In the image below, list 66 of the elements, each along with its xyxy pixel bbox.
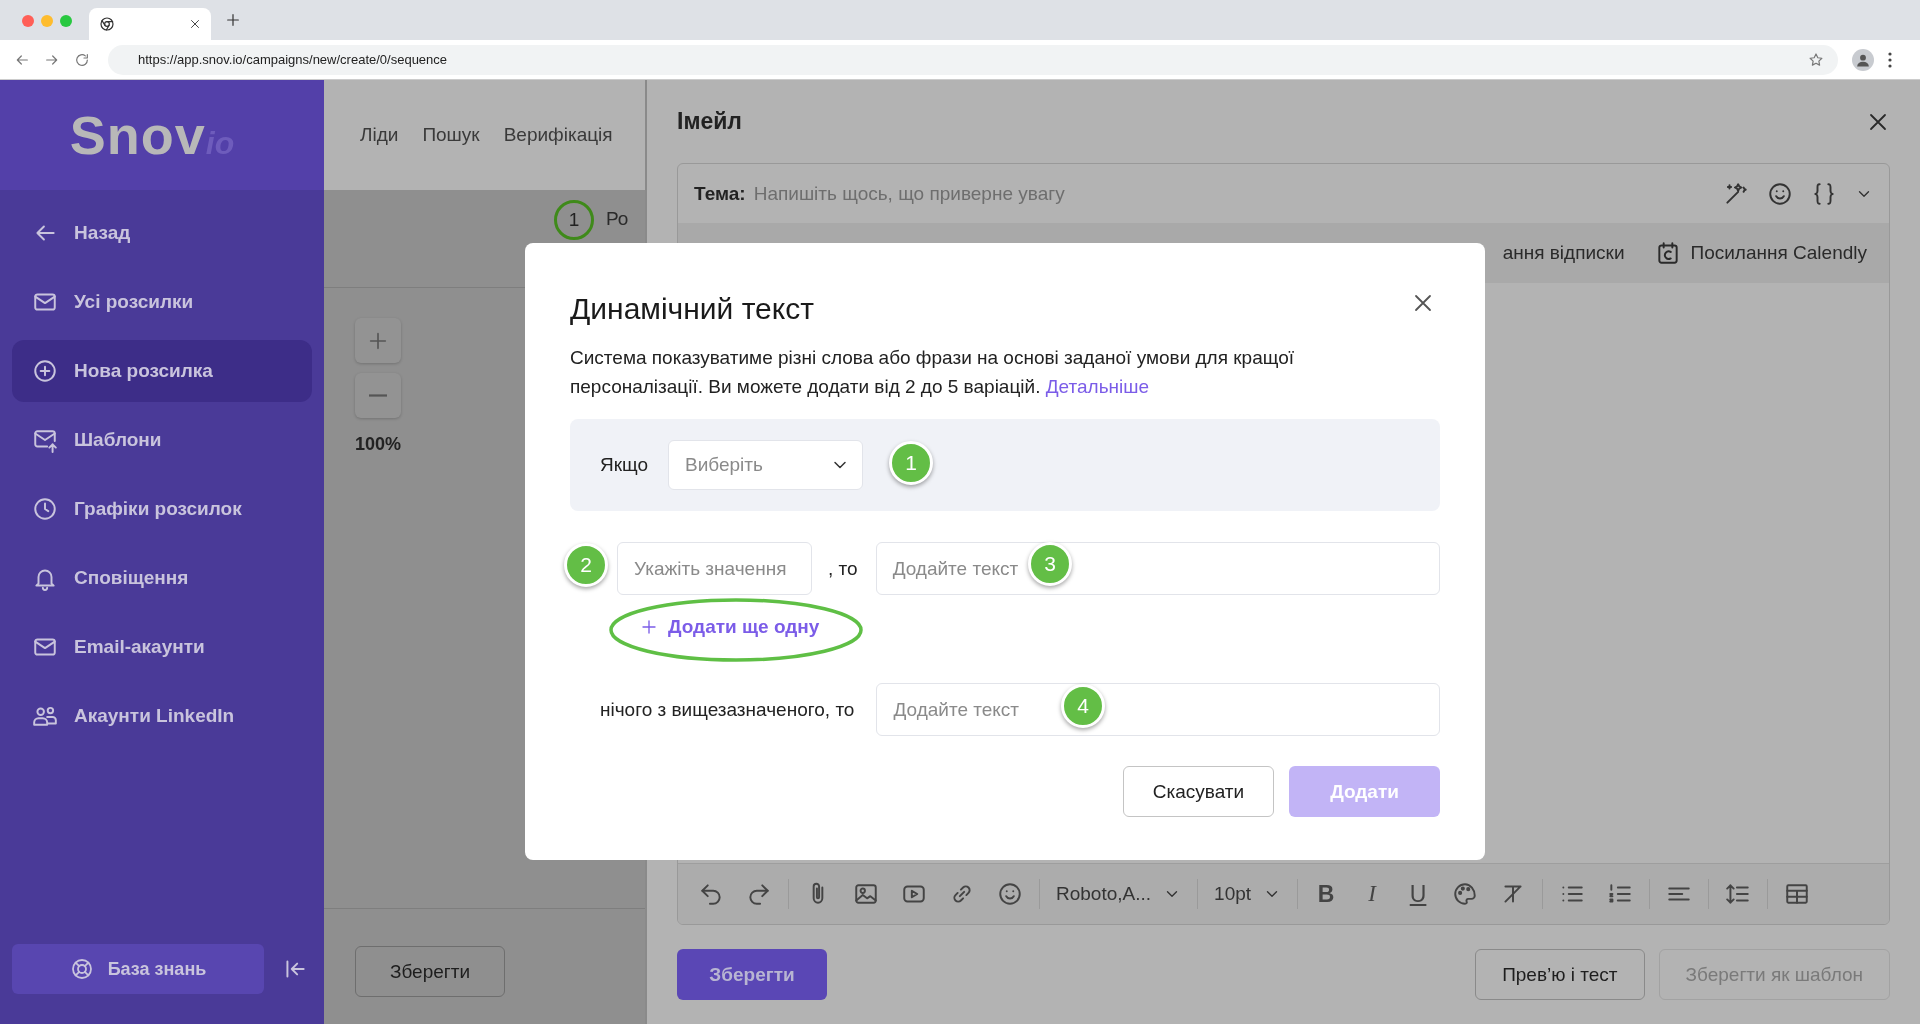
nav-link[interactable]: Верифікація [503,124,613,146]
plus-circle-icon [32,358,58,384]
table-icon[interactable] [1784,881,1811,907]
nav-link[interactable]: Ліди [360,124,399,146]
sidebar-item[interactable]: Шаблони [12,409,312,471]
envelope-arrow-icon [32,427,58,453]
star-icon[interactable] [1808,51,1824,68]
condition-dropdown[interactable]: Виберіть [668,440,864,490]
cancel-button[interactable]: Скасувати [1123,766,1274,817]
action-button[interactable]: Прев’ю і тест [1475,949,1645,1000]
text-style-button[interactable]: I [1360,881,1385,907]
sidebar-item[interactable]: Назад [12,202,312,264]
nav-link[interactable]: Пошук [422,124,480,146]
profile-avatar-icon[interactable] [1852,48,1874,71]
dialog-title: Динамічний текст [570,291,814,327]
reload-icon[interactable] [74,51,90,68]
line-height-icon[interactable] [1725,881,1752,907]
step-badge: 2 [564,543,608,587]
font-size-dropdown[interactable]: 10pt [1214,883,1282,905]
plus-icon[interactable] [225,12,241,28]
font-dropdown[interactable]: Roboto,A... [1056,883,1182,905]
browser-tab[interactable] [89,8,211,40]
insert-option[interactable]: Посилання Calendly [1654,240,1867,266]
panel-title: Імейл [677,108,742,135]
browser-logo-icon [99,16,115,32]
undo-icon[interactable] [698,881,724,907]
sidebar-item[interactable]: Нова розсилка [12,340,312,402]
magic-wand-icon[interactable] [1723,180,1749,207]
step-label: Ро [606,208,629,230]
sidebar-item[interactable]: Графіки розсилок [12,478,312,540]
description-text: Система показуватиме різні слова або фрази на основі заданої умови для кращої персоналізації. Ви можете додати від 2 до 5 варіацій. Детальніше [570,346,1295,399]
sidebar-item[interactable]: Email-акаунти [12,616,312,678]
text-style-button[interactable]: U [1406,880,1431,908]
text-style-button[interactable]: B [1314,880,1339,908]
redo-icon[interactable] [746,881,772,907]
minus-icon [369,394,387,397]
smiley-icon[interactable] [1767,180,1793,207]
close-icon[interactable] [189,18,201,30]
value-field[interactable]: Укажіть значення [617,542,812,595]
knowledge-base-button[interactable]: База знань [12,944,264,994]
step-badge: 4 [1061,684,1105,728]
plus-icon [640,618,658,636]
clock-icon [32,496,58,522]
insert-option[interactable]: ання відписки [1502,242,1625,264]
palette-icon[interactable] [1452,881,1479,907]
smiley-icon[interactable] [997,881,1023,907]
add-variant-link[interactable]: Додати ще одну [640,616,820,638]
lifebuoy-icon [69,957,94,981]
learn-more-link[interactable]: Детальніше [1045,376,1150,397]
fallback-label: нічого з вищезазначеного, то [600,698,855,721]
step-number: 1 [554,200,594,240]
condition-label: Якщо [600,454,649,476]
window-controls-icon[interactable] [21,14,73,28]
sidebar-item[interactable]: Усі розсилки [12,271,312,333]
address-bar[interactable]: https://app.snov.io/campaigns/new/create/0/sequence [108,44,1838,75]
subject-label: Тема: [694,182,746,205]
step-badge: 3 [1028,542,1072,586]
save-button[interactable]: Зберегти [677,949,827,1000]
zoom-level: 100% [355,434,401,455]
save-button[interactable]: Зберегти [355,946,505,997]
connector-label: , то [828,557,858,580]
sidebar-item[interactable]: Акаунти LinkedIn [12,685,312,747]
image-icon[interactable] [853,881,879,907]
url-text: https://app.snov.io/campaigns/new/create/0/sequence [138,52,448,67]
menu-icon[interactable] [1888,51,1892,68]
sidebar-item[interactable]: Сповіщення [12,547,312,609]
